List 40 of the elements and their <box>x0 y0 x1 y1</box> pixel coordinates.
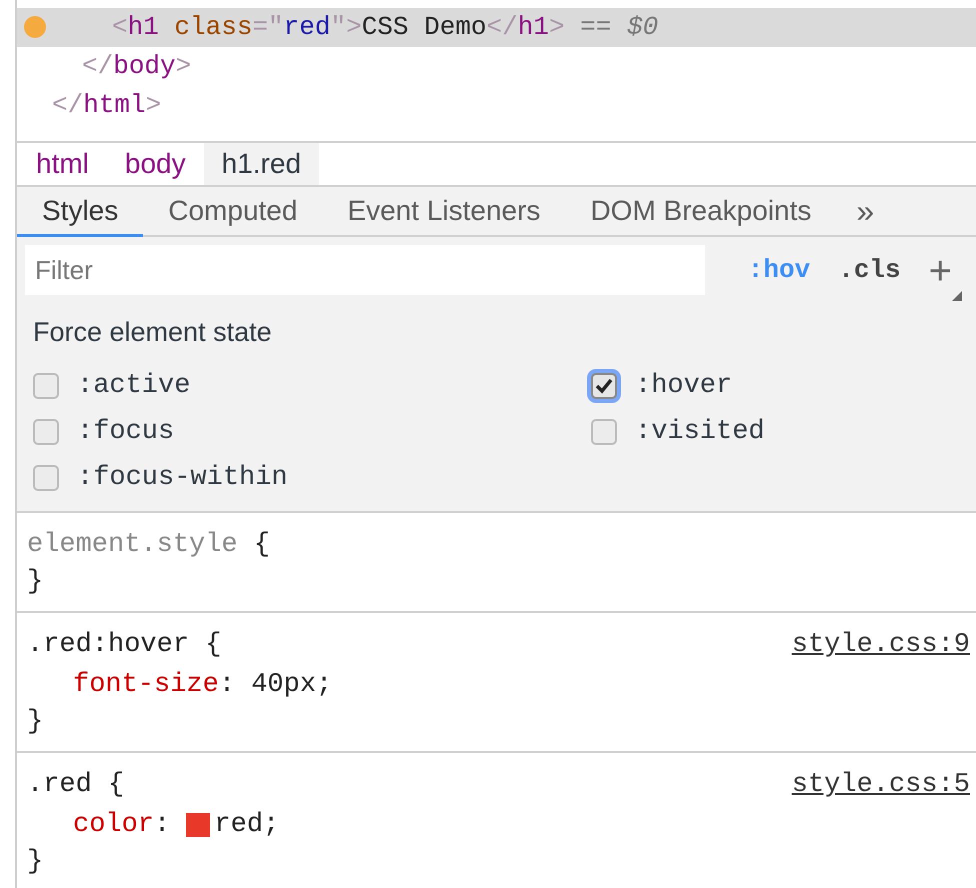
selected-dom-row[interactable]: <h1 class="red">CSS Demo</h1> == $0 <box>17 8 976 47</box>
colon: : <box>154 808 172 842</box>
property-value: red; <box>214 808 280 842</box>
rule-selector: element.style { <box>27 528 270 562</box>
checkbox-label: :active <box>77 370 190 403</box>
corner-triangle-icon <box>952 291 962 301</box>
checkbox-label: :hover <box>635 370 732 403</box>
property-value: 40px; <box>251 668 332 702</box>
breadcrumb-item[interactable]: body <box>106 143 204 185</box>
colon: : <box>218 668 236 702</box>
breadcrumb-item[interactable]: html <box>18 143 107 185</box>
rule-selector: .red { <box>27 768 124 802</box>
tab[interactable]: Event Listeners <box>322 187 566 237</box>
closing-brace: } <box>27 706 44 739</box>
add-rule-button[interactable]: + <box>928 251 962 301</box>
tab[interactable]: Computed <box>143 187 322 237</box>
breadcrumb-item[interactable]: h1.red <box>204 143 320 185</box>
toggle-button[interactable]: .cls <box>830 250 909 290</box>
rule-selector: .red:hover { <box>27 628 222 662</box>
checkbox-label: :focus <box>77 416 174 449</box>
checkbox-label: :focus-within <box>77 462 288 495</box>
color-swatch[interactable] <box>186 813 210 837</box>
checkbox[interactable] <box>591 419 617 445</box>
checkbox[interactable] <box>33 465 59 491</box>
code-line: <h1 class="red">CSS Demo</h1> == $0 <box>112 11 658 44</box>
property-name: font-size <box>73 668 219 702</box>
source-link[interactable]: style.css:5 <box>792 764 970 806</box>
source-link[interactable]: style.css:9 <box>792 624 970 666</box>
checkbox[interactable] <box>33 419 59 445</box>
tab[interactable]: DOM Breakpoints <box>565 187 836 237</box>
code-line: </body> <box>82 50 192 83</box>
section-title: Force element state <box>33 316 273 349</box>
filter-field[interactable]: Filter <box>25 245 705 295</box>
code-line: </html> <box>52 89 162 122</box>
checkbox-label: :visited <box>635 416 765 449</box>
closing-brace: } <box>27 846 44 879</box>
property-name: color <box>73 808 154 842</box>
closing-brace: } <box>27 566 44 599</box>
more-tabs-button[interactable]: » <box>836 187 894 235</box>
checkbox[interactable] <box>33 373 59 399</box>
